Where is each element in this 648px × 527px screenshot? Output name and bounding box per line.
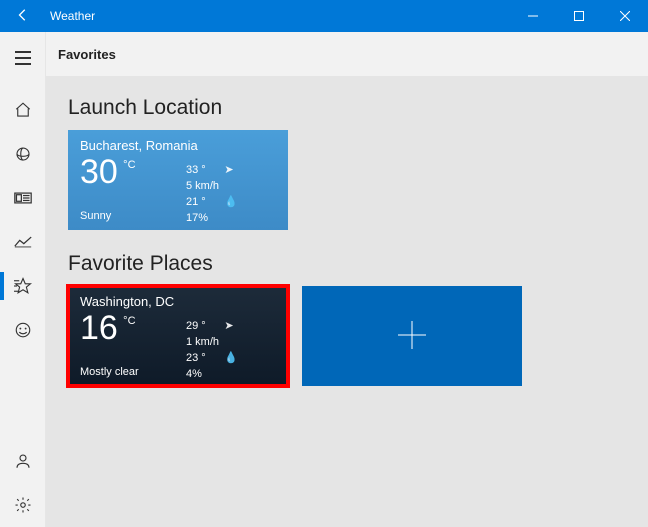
section-launch-title: Launch Location bbox=[68, 96, 626, 120]
wind-icon: ➤ bbox=[224, 162, 234, 178]
title-bar: Weather bbox=[0, 0, 648, 32]
nav-historical[interactable] bbox=[0, 176, 46, 220]
temp-unit: °C bbox=[123, 315, 135, 327]
nav-favorites[interactable] bbox=[0, 264, 46, 308]
hamburger-menu-button[interactable] bbox=[0, 36, 46, 80]
condition-label: Mostly clear bbox=[80, 366, 139, 378]
launch-location-tile[interactable]: Bucharest, Romania 30 °C 33 °➤5 km/h 21 … bbox=[68, 130, 288, 230]
drop-icon: 💧 bbox=[224, 194, 234, 210]
nav-account[interactable] bbox=[0, 439, 46, 483]
temp-unit: °C bbox=[123, 159, 135, 171]
weather-stats: 33 °➤5 km/h 21 °💧17% bbox=[186, 162, 288, 226]
app-title: Weather bbox=[46, 9, 510, 23]
nav-feedback[interactable] bbox=[0, 308, 46, 352]
location-name: Bucharest, Romania bbox=[80, 138, 276, 153]
nav-forecast[interactable] bbox=[0, 88, 46, 132]
nav-maps[interactable] bbox=[0, 132, 46, 176]
close-button[interactable] bbox=[602, 0, 648, 32]
favorite-place-tile[interactable]: Washington, DC 16 °C 29 °➤1 km/h 23 °💧4%… bbox=[68, 286, 288, 386]
nav-settings[interactable] bbox=[0, 483, 46, 527]
nav-sidebar bbox=[0, 32, 46, 527]
plus-icon bbox=[394, 317, 430, 356]
drop-icon: 💧 bbox=[224, 350, 234, 366]
condition-label: Sunny bbox=[80, 210, 111, 222]
current-temp: 16 bbox=[80, 311, 118, 345]
location-name: Washington, DC bbox=[80, 294, 276, 309]
content-area: Favorites Launch Location Bucharest, Rom… bbox=[46, 32, 648, 527]
minimize-button[interactable] bbox=[510, 0, 556, 32]
section-favorites-title: Favorite Places bbox=[68, 252, 626, 276]
back-button[interactable] bbox=[0, 8, 46, 25]
nav-trends[interactable] bbox=[0, 220, 46, 264]
page-title: Favorites bbox=[46, 32, 648, 76]
current-temp: 30 bbox=[80, 155, 118, 189]
maximize-button[interactable] bbox=[556, 0, 602, 32]
add-favorite-button[interactable] bbox=[302, 286, 522, 386]
wind-icon: ➤ bbox=[224, 318, 234, 334]
weather-stats: 29 °➤1 km/h 23 °💧4% bbox=[186, 318, 288, 382]
